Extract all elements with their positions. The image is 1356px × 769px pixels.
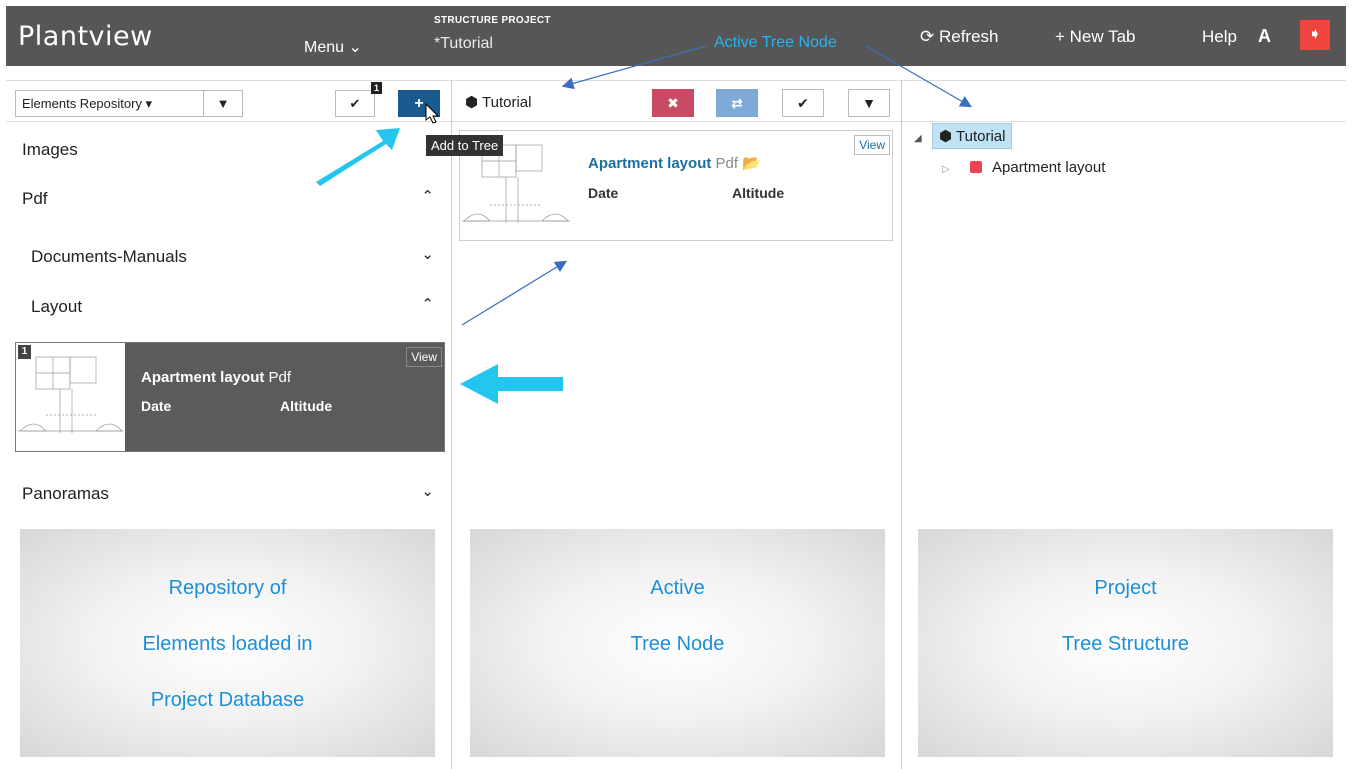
- chevron-up-icon: ⌃: [421, 188, 434, 205]
- section-title: Images: [22, 140, 78, 159]
- section-title: Layout: [31, 297, 83, 316]
- confirm-button[interactable]: ✔: [782, 89, 824, 117]
- delete-button[interactable]: ✖: [652, 89, 694, 117]
- section-panoramas[interactable]: Panoramas ⌄: [6, 472, 452, 518]
- chevron-up-icon: ⌃: [421, 296, 434, 313]
- top-bar: Plantview Menu ⌄ STRUCTURE PROJECT *Tuto…: [6, 6, 1346, 66]
- add-to-tree-tooltip: Add to Tree: [426, 135, 504, 156]
- tree-column: ◢ ⬢ Tutorial ▷ Apartment layout Project Tr…: [902, 80, 1346, 769]
- app-root: Plantview Menu ⌄ STRUCTURE PROJECT *Tuto…: [0, 0, 1356, 769]
- card-title-text: Apartment layout: [588, 155, 712, 172]
- cube-icon: ⬢: [465, 94, 479, 111]
- floorplan-thumbnail: [16, 343, 125, 451]
- active-node-title: ⬢ Tutorial: [465, 93, 531, 111]
- tree-description-panel: Project Tree Structure: [918, 529, 1333, 757]
- section-title: Pdf: [22, 189, 48, 208]
- card-number-badge: 1: [18, 345, 31, 359]
- card-date-label: Date: [141, 398, 172, 414]
- active-node-toolbar: ⬢ Tutorial ✖ ⇄ ✔ ▼: [452, 80, 901, 122]
- card-title: Apartment layout Pdf: [141, 369, 291, 386]
- card-title-text: Apartment layout: [141, 369, 265, 386]
- card-altitude-label: Altitude: [280, 398, 333, 414]
- tree-node-label: Tutorial: [956, 128, 1006, 145]
- active-node-description-panel: Active Tree Node: [470, 529, 885, 757]
- project-name: *Tutorial: [434, 35, 493, 52]
- repository-card-apartment-layout[interactable]: 1 Apartment layout Pdf Date Altitude Vie…: [15, 342, 445, 452]
- swap-button[interactable]: ⇄: [716, 89, 758, 117]
- project-kicker: STRUCTURE PROJECT: [434, 15, 551, 26]
- repository-toolbar: Elements Repository ▾ ▼ ✔ 1 +: [6, 80, 451, 122]
- tree-node-tutorial[interactable]: ⬢ Tutorial: [932, 123, 1013, 149]
- panel-line: Tree Node: [630, 633, 725, 655]
- card-date-label: Date: [588, 185, 619, 201]
- refresh-button[interactable]: ⟳ Refresh: [920, 27, 999, 47]
- panel-line: Project: [1094, 577, 1157, 599]
- panel-line: Repository of: [168, 577, 287, 599]
- panel-line: Project Database: [150, 689, 305, 711]
- expanded-triangle-icon[interactable]: ◢: [914, 133, 932, 144]
- panel-line: Active: [650, 577, 705, 599]
- panel-line: Elements loaded in: [142, 633, 313, 655]
- active-node-column: ⬢ Tutorial ✖ ⇄ ✔ ▼ Apartment layout Pdf …: [452, 80, 902, 769]
- active-node-title-text: Tutorial: [482, 94, 532, 111]
- chevron-down-icon: ⌄: [421, 246, 434, 263]
- node-card-apartment-layout[interactable]: Apartment layout Pdf 📂 Date Altitude Vie…: [459, 130, 893, 241]
- card-title[interactable]: Apartment layout Pdf 📂: [588, 154, 761, 172]
- card-view-button[interactable]: View: [854, 135, 890, 155]
- add-to-tree-button[interactable]: +: [398, 90, 440, 117]
- red-square-icon: [970, 161, 982, 173]
- filter-icon[interactable]: ▼: [848, 89, 890, 117]
- tree-child-node[interactable]: ▷ Apartment layout: [942, 159, 1105, 176]
- cube-icon: ⬢: [939, 128, 953, 145]
- select-all-button[interactable]: ✔: [335, 90, 375, 117]
- folder-icon[interactable]: 📂: [742, 155, 761, 172]
- brand-logo[interactable]: Plantview: [18, 21, 153, 52]
- chevron-down-icon: ⌄: [421, 483, 434, 500]
- menu-button[interactable]: Menu ⌄: [304, 37, 362, 57]
- section-documents-manuals[interactable]: Documents-Manuals ⌄: [6, 235, 452, 281]
- selection-count-badge: 1: [371, 82, 382, 94]
- section-layout[interactable]: Layout ⌃: [6, 285, 452, 331]
- panel-line: Tree Structure: [1061, 633, 1190, 655]
- section-pdf[interactable]: Pdf ⌃: [6, 177, 452, 223]
- card-type: Pdf: [715, 155, 739, 172]
- annotation-active-tree-node: Active Tree Node: [714, 34, 837, 51]
- card-type: Pdf: [268, 369, 292, 386]
- help-button[interactable]: Help: [1202, 27, 1237, 47]
- section-images[interactable]: Images: [6, 128, 452, 174]
- card-altitude-label: Altitude: [732, 185, 785, 201]
- tree-root-node[interactable]: ◢ ⬢ Tutorial: [914, 123, 1013, 149]
- logout-icon[interactable]: ➧: [1300, 20, 1330, 50]
- section-title: Panoramas: [22, 484, 109, 503]
- repository-description-panel: Repository of Elements loaded in Project…: [20, 529, 435, 757]
- repository-select[interactable]: Elements Repository ▾: [15, 90, 205, 117]
- filter-icon[interactable]: ▼: [203, 90, 243, 117]
- new-tab-button[interactable]: + New Tab: [1055, 27, 1135, 47]
- tree-toolbar: [902, 80, 1346, 122]
- account-button[interactable]: A: [1258, 26, 1271, 47]
- collapsed-triangle-icon[interactable]: ▷: [942, 164, 970, 175]
- repository-column: Elements Repository ▾ ▼ ✔ 1 + Add to Tre…: [6, 80, 504, 769]
- card-view-button[interactable]: View: [406, 347, 442, 367]
- tree-node-label: Apartment layout: [992, 159, 1106, 176]
- section-title: Documents-Manuals: [31, 247, 187, 266]
